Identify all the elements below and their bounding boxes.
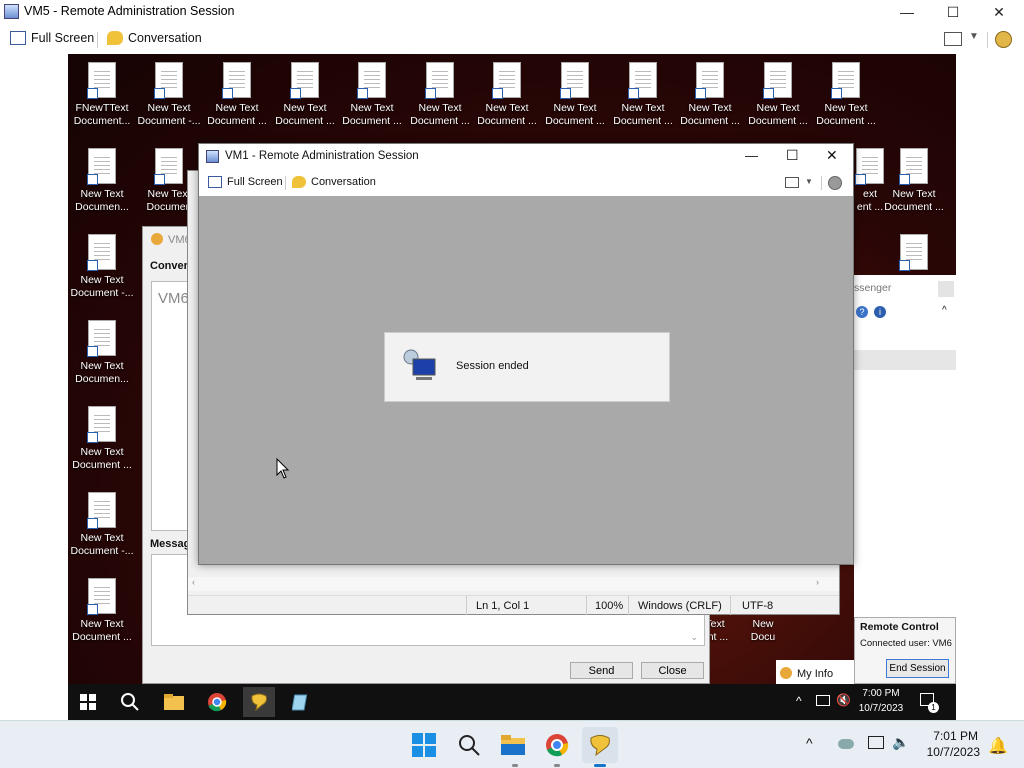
messenger-button[interactable] bbox=[938, 281, 954, 297]
settings-icon[interactable] bbox=[828, 176, 842, 190]
line-ending: Windows (CRLF) bbox=[638, 600, 722, 612]
full-screen-label: Full Screen bbox=[227, 176, 283, 188]
conversation-text: VM6 bbox=[158, 290, 189, 307]
close-button[interactable]: ✕ bbox=[976, 0, 1022, 24]
close-button[interactable]: Close bbox=[641, 662, 704, 679]
my-info-label: My Info bbox=[797, 668, 834, 680]
outer-taskbar: ^ 🔈 7:01 PM 10/7/2023 🔔 bbox=[0, 720, 1024, 768]
remote-control-panel: Remote Control Connected user: VM6 End S… bbox=[854, 617, 956, 684]
chrome-icon[interactable] bbox=[543, 731, 571, 759]
full-screen-button[interactable]: Full Screen bbox=[208, 176, 283, 188]
full-screen-button[interactable]: Full Screen bbox=[10, 31, 94, 45]
conversation-icon bbox=[107, 31, 123, 45]
notepad-taskbar-icon[interactable] bbox=[287, 688, 315, 716]
end-session-button[interactable]: End Session bbox=[886, 659, 949, 678]
onedrive-icon[interactable] bbox=[838, 739, 854, 749]
inner-clock-time[interactable]: 7:00 PM bbox=[860, 688, 902, 699]
display-icon[interactable] bbox=[785, 177, 799, 188]
file-explorer-icon[interactable] bbox=[160, 688, 188, 716]
inner-clock-date[interactable]: 10/7/2023 bbox=[858, 703, 904, 714]
close-button[interactable]: ✕ bbox=[826, 147, 838, 164]
vm1-window: VM1 - Remote Administration Session — ☐ … bbox=[198, 143, 854, 565]
chevron-down-icon[interactable]: ▼ bbox=[805, 177, 813, 186]
vm1-title-bar: VM1 - Remote Administration Session — ☐ … bbox=[199, 144, 853, 170]
session-ended-message: Session ended bbox=[456, 360, 529, 372]
status-bar: Ln 1, Col 1 100% Windows (CRLF) UTF-8 bbox=[188, 595, 839, 615]
messenger-side-panel: ssenger ? i ^ bbox=[854, 275, 956, 617]
toolbar-divider bbox=[987, 32, 988, 48]
connected-user: Connected user: VM6 bbox=[860, 638, 952, 649]
settings-icon[interactable] bbox=[995, 31, 1012, 48]
maximize-button[interactable]: ☐ bbox=[786, 147, 799, 164]
remote-control-title: Remote Control bbox=[860, 621, 939, 633]
app-indicator bbox=[512, 764, 518, 767]
my-info-button[interactable]: My Info bbox=[776, 660, 854, 684]
vm1-remote-view[interactable]: Session ended bbox=[199, 196, 853, 564]
messenger-taskbar-icon[interactable] bbox=[243, 687, 275, 717]
chevron-up-icon[interactable]: ^ bbox=[806, 735, 813, 751]
app-icon bbox=[206, 150, 219, 163]
vm1-toolbar: Full Screen Conversation ▼ bbox=[199, 170, 853, 196]
chevron-up-icon[interactable]: ^ bbox=[942, 305, 947, 316]
network-icon[interactable] bbox=[816, 695, 830, 706]
messenger-label: ssenger bbox=[854, 282, 892, 294]
zoom-level: 100% bbox=[595, 600, 624, 612]
toolbar-divider bbox=[97, 32, 98, 48]
vm1-window-title: VM1 - Remote Administration Session bbox=[225, 150, 419, 162]
encoding: UTF-8 bbox=[742, 600, 774, 612]
chrome-icon[interactable] bbox=[203, 688, 231, 716]
notification-bell-icon[interactable]: 🔔 bbox=[988, 736, 1008, 756]
chevron-up-icon[interactable]: ^ bbox=[796, 694, 802, 708]
conversation-icon bbox=[292, 176, 306, 188]
user-icon bbox=[151, 233, 163, 245]
outer-toolbar: Full Screen Conversation ▼ bbox=[0, 24, 1024, 54]
minimize-button[interactable]: — bbox=[884, 0, 930, 24]
messenger-taskbar-icon[interactable] bbox=[582, 727, 618, 763]
session-ended-dialog: Session ended bbox=[384, 332, 670, 402]
network-icon[interactable] bbox=[868, 736, 884, 749]
user-icon bbox=[780, 667, 792, 679]
send-button[interactable]: Send bbox=[570, 662, 633, 679]
info-icon[interactable]: i bbox=[874, 306, 886, 318]
app-indicator-active bbox=[594, 764, 606, 767]
start-icon[interactable] bbox=[74, 688, 102, 716]
message-label: Messag bbox=[150, 538, 191, 550]
display-icon[interactable] bbox=[944, 32, 962, 46]
cursor-position: Ln 1, Col 1 bbox=[476, 600, 530, 612]
list-header bbox=[854, 350, 956, 370]
notification-badge: 1 bbox=[928, 702, 939, 713]
maximize-button[interactable]: ☐ bbox=[930, 0, 976, 24]
conversation-label: Conversation bbox=[311, 176, 376, 188]
start-icon[interactable] bbox=[410, 731, 438, 759]
full-screen-icon bbox=[10, 31, 26, 45]
outer-clock-time[interactable]: 7:01 PM bbox=[918, 729, 978, 743]
mouse-cursor-icon bbox=[276, 458, 290, 479]
app-indicator bbox=[554, 764, 560, 767]
full-screen-label: Full Screen bbox=[31, 31, 95, 45]
volume-icon[interactable]: 🔈 bbox=[892, 734, 909, 751]
help-icon[interactable]: ? bbox=[856, 306, 868, 318]
app-icon bbox=[4, 4, 19, 19]
scroll-down-icon[interactable]: ⌄ bbox=[690, 632, 698, 643]
volume-icon[interactable]: 🔇 bbox=[836, 693, 851, 707]
conversation-button[interactable]: Conversation bbox=[107, 31, 202, 45]
minimize-button[interactable]: — bbox=[745, 148, 758, 163]
outer-clock-date[interactable]: 10/7/2023 bbox=[918, 745, 980, 759]
chevron-down-icon[interactable]: ▼ bbox=[969, 31, 979, 42]
search-icon[interactable] bbox=[455, 731, 483, 759]
conversation-area[interactable]: VM6 bbox=[151, 281, 191, 531]
file-explorer-icon[interactable] bbox=[499, 731, 527, 759]
computer-icon bbox=[401, 347, 437, 385]
conversation-button[interactable]: Conversation bbox=[292, 176, 376, 188]
outer-title-bar: VM5 - Remote Administration Session — ☐ … bbox=[0, 0, 1024, 24]
horizontal-scrollbar[interactable]: ‹ › bbox=[188, 577, 839, 591]
search-icon[interactable] bbox=[116, 688, 144, 716]
outer-window-title: VM5 - Remote Administration Session bbox=[24, 4, 235, 18]
inner-taskbar: ^ 🔇 7:00 PM 10/7/2023 1 bbox=[68, 684, 956, 720]
full-screen-icon bbox=[208, 176, 222, 188]
conversation-label: Conversation bbox=[128, 31, 202, 45]
